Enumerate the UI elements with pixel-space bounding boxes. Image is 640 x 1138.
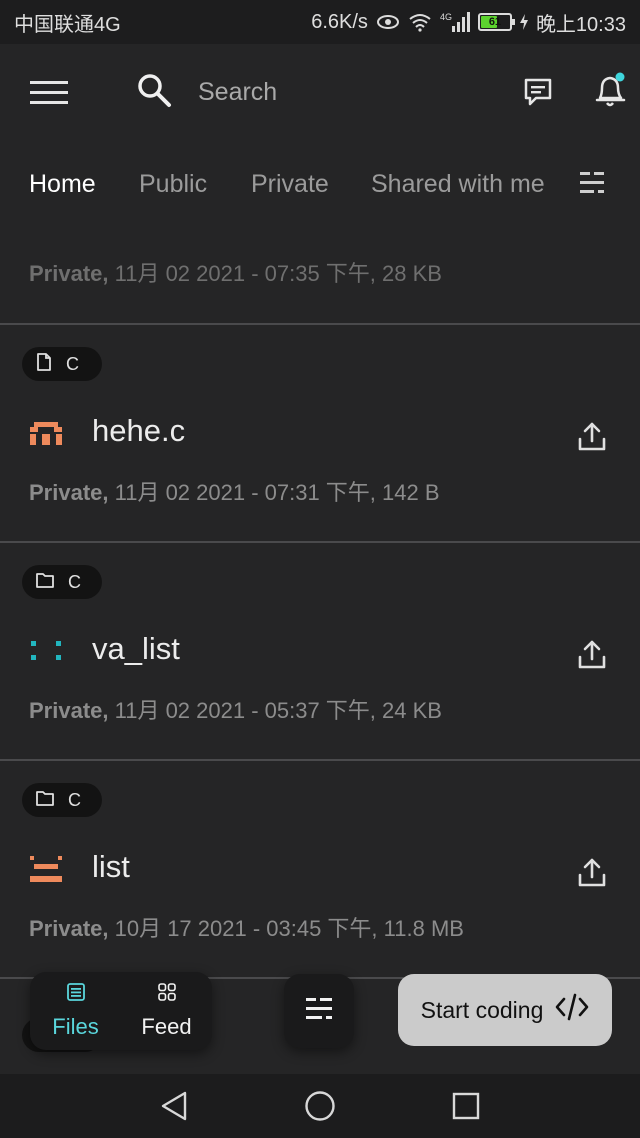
filter-icon: [304, 995, 334, 1028]
app-bar: [0, 44, 640, 144]
orange-arch-icon: [30, 420, 62, 446]
file-meta-partial: Private, 11月 02 2021 - 07:35 下午, 28 KB: [29, 256, 442, 288]
file-visibility: Private,: [29, 261, 109, 286]
document-icon: [36, 352, 52, 376]
search-icon[interactable]: [136, 72, 172, 113]
share-icon[interactable]: [576, 857, 608, 889]
file-meta: Private, 11月 02 2021 - 05:37 下午, 24 KB: [29, 693, 442, 725]
nav-feed-label: Feed: [141, 1014, 192, 1039]
chat-icon[interactable]: [520, 74, 556, 110]
file-meta: Private, 11月 02 2021 - 07:31 下午, 142 B: [29, 475, 440, 507]
language-label: C: [68, 571, 81, 592]
teal-dots-icon: [30, 638, 62, 664]
grid-icon: [157, 982, 177, 1008]
document-icon: [36, 572, 54, 593]
bottom-nav: Files Feed: [30, 972, 212, 1050]
file-name: list: [92, 849, 130, 884]
start-coding-button[interactable]: Start coding: [398, 974, 612, 1046]
tab-shared-with-me[interactable]: Shared with me: [371, 170, 545, 199]
file-visibility: Private,: [29, 480, 109, 505]
notification-dot: [615, 72, 625, 82]
file-visibility: Private,: [29, 916, 109, 941]
language-label: C: [68, 789, 81, 810]
signal-icon: 4G: [440, 12, 470, 32]
system-nav-bar: [0, 1074, 640, 1138]
charging-icon: [519, 14, 528, 30]
share-icon[interactable]: [576, 421, 608, 453]
file-details: 10月 17 2021 - 03:45 下午, 11.8 MB: [108, 916, 464, 941]
hamburger-menu-icon[interactable]: [30, 80, 70, 106]
network-speed: 6.6K/s: [311, 10, 368, 33]
file-item-hehe-c[interactable]: C hehe.c Private, 11月 02 2021 - 07:31 下午…: [0, 325, 640, 541]
home-circle-icon[interactable]: [302, 1088, 338, 1124]
search-bar[interactable]: [136, 72, 458, 113]
file-item-list[interactable]: C list Private, 10月 17 2021 - 03:45 下午, …: [0, 761, 640, 977]
nav-files-label: Files: [52, 1014, 99, 1039]
share-icon[interactable]: [576, 639, 608, 671]
carrier-label: 中国联通4G: [14, 13, 121, 36]
file-name: hehe.c: [92, 413, 186, 448]
language-chip: C: [22, 347, 102, 381]
language-chip: C: [22, 783, 102, 817]
tab-public[interactable]: Public: [139, 170, 207, 199]
nav-feed[interactable]: Feed: [121, 972, 212, 1050]
battery-percent: 61: [488, 16, 502, 28]
document-icon: [36, 790, 54, 811]
list-icon: [66, 982, 86, 1008]
recents-square-icon[interactable]: [448, 1088, 484, 1124]
start-coding-label: Start coding: [420, 996, 544, 1023]
file-details: 11月 02 2021 - 05:37 下午, 24 KB: [108, 698, 442, 723]
tab-bar: Home Public Private Shared with me: [0, 150, 640, 220]
file-item-va-list[interactable]: C va_list Private, 11月 02 2021 - 05:37 下…: [0, 543, 640, 759]
network-type-label: 4G: [440, 12, 452, 22]
file-details: 11月 02 2021 - 07:35 下午, 28 KB: [108, 261, 442, 286]
eye-icon: [376, 13, 400, 31]
back-triangle-icon[interactable]: [156, 1088, 192, 1124]
status-bar: 中国联通4G 6.6K/s 4G 61 晚上10:33: [0, 0, 640, 44]
clock: 晚上10:33: [535, 13, 626, 36]
file-meta: Private, 10月 17 2021 - 03:45 下午, 11.8 MB: [29, 911, 464, 943]
file-visibility: Private,: [29, 698, 109, 723]
tab-private[interactable]: Private: [251, 170, 329, 199]
wifi-icon: [408, 12, 432, 32]
language-chip: C: [22, 565, 102, 599]
filter-sort-icon[interactable]: [577, 168, 607, 198]
app-screen: 中国联通4G 6.6K/s 4G 61 晚上10:33 Search Home …: [0, 0, 640, 1138]
filter-button[interactable]: [284, 974, 354, 1048]
battery-icon: 61: [477, 13, 515, 31]
file-details: 11月 02 2021 - 07:31 下午, 142 B: [108, 480, 440, 505]
language-label: C: [66, 353, 79, 374]
status-icons: 6.6K/s 4G 61 晚上10:33: [311, 8, 626, 37]
search-input[interactable]: [198, 78, 458, 107]
tab-home[interactable]: Home: [29, 170, 96, 199]
orange-bars-icon: [30, 856, 62, 882]
nav-files[interactable]: Files: [30, 972, 121, 1050]
file-name: va_list: [92, 631, 180, 666]
notification-bell-icon[interactable]: [592, 72, 630, 110]
code-icon: [555, 992, 589, 1028]
